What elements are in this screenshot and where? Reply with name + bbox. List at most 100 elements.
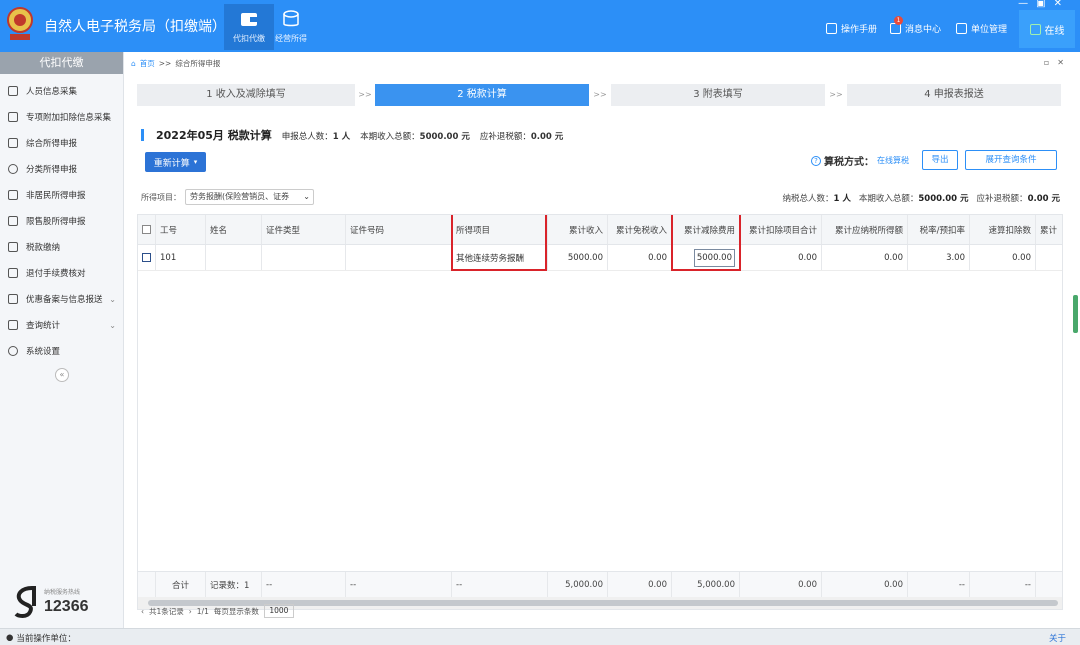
col-header-cum-exempt[interactable]: 累计免税收入 bbox=[608, 215, 672, 244]
col-header-employee-id[interactable]: 工号 bbox=[156, 215, 206, 244]
footer-id-type: -- bbox=[262, 572, 346, 597]
step-submit[interactable]: 4 申报表报送 bbox=[847, 84, 1061, 106]
sidebar-item-personnel[interactable]: 人员信息采集 bbox=[0, 80, 124, 102]
sidebar-item-label: 税款缴纳 bbox=[26, 243, 61, 253]
col-header-cumulative[interactable]: 累计 bbox=[1036, 215, 1062, 244]
building-icon bbox=[956, 23, 967, 34]
footer-income-item: -- bbox=[452, 572, 548, 597]
step-tax-calculation[interactable]: 2 税款计算 bbox=[375, 84, 589, 106]
home-icon[interactable]: ⌂ bbox=[131, 59, 136, 68]
close-button[interactable]: ✕ bbox=[1054, 0, 1070, 9]
footer-cum-taxable: 0.00 bbox=[822, 572, 908, 597]
col-header-income-item[interactable]: 所得项目 bbox=[452, 215, 548, 244]
topnav-withholding-label: 代扣代缴 bbox=[233, 34, 265, 43]
step-income-deduction[interactable]: 1 收入及减除填写 bbox=[137, 84, 355, 106]
search-list-icon bbox=[8, 320, 18, 330]
restore-icon[interactable]: ▫ bbox=[1044, 58, 1057, 67]
stats-income: 本期收入总额：5000.00 元 bbox=[859, 192, 969, 204]
cell-id-number bbox=[346, 245, 452, 270]
chevron-down-icon: ⌄ bbox=[109, 320, 116, 330]
current-org: ● 当前操作单位： bbox=[6, 632, 76, 644]
income-item-filter: 所得项目： 劳务报酬(保险营销员、证券 ⌄ bbox=[141, 189, 314, 205]
col-header-cum-income[interactable]: 累计收入 bbox=[548, 215, 608, 244]
org-management-link[interactable]: 单位管理 bbox=[956, 22, 1007, 35]
cell-cum-deduction[interactable]: 5000.00 bbox=[672, 245, 740, 270]
income-total-label: 本期收入总额： bbox=[360, 132, 420, 142]
calc-mode-value[interactable]: 在线算税 bbox=[877, 155, 909, 166]
folder-icon bbox=[8, 242, 18, 252]
breadcrumb-current: 综合所得申报 bbox=[175, 59, 221, 68]
sidebar-item-restricted-shares[interactable]: 限售股所得申报 bbox=[0, 210, 124, 232]
export-button[interactable]: 导出 bbox=[922, 150, 958, 170]
col-header-cum-deduction-items[interactable]: 累计扣除项目合计 bbox=[740, 215, 822, 244]
income-total: 本期收入总额：5000.00 元 bbox=[360, 130, 470, 142]
message-badge: 1 bbox=[894, 16, 903, 25]
calc-mode: ? 算税方式： 在线算税 bbox=[811, 153, 909, 168]
topnav-business-income[interactable]: 经营所得 bbox=[266, 4, 316, 50]
col-header-quick-deduction[interactable]: 速算扣除数 bbox=[970, 215, 1036, 244]
step-separator: >> bbox=[593, 90, 607, 99]
breadcrumb-home[interactable]: 首页 bbox=[140, 58, 155, 69]
col-header-id-number[interactable]: 证件号码 bbox=[346, 215, 452, 244]
app-title: 自然人电子税务局（扣缴端） bbox=[44, 19, 226, 35]
sidebar-item-refund-fee[interactable]: 退付手续费核对 bbox=[0, 262, 124, 284]
layers-icon bbox=[8, 138, 18, 148]
cell-cumulative bbox=[1036, 245, 1062, 270]
footer-cum-exempt: 0.00 bbox=[608, 572, 672, 597]
pager-prev-icon[interactable]: ‹ bbox=[141, 607, 144, 616]
col-header-cum-deduction[interactable]: 累计减除费用 bbox=[672, 215, 740, 244]
step-schedule-fill[interactable]: 3 附表填写 bbox=[611, 84, 825, 106]
pager-size-input[interactable]: 1000 bbox=[263, 604, 294, 618]
sidebar-item-query[interactable]: 查询统计 ⌄ bbox=[0, 314, 124, 336]
income-item-select[interactable]: 劳务报酬(保险营销员、证券 ⌄ bbox=[185, 189, 314, 205]
row-checkbox[interactable] bbox=[142, 253, 151, 262]
minimize-button[interactable]: — bbox=[1018, 0, 1036, 9]
monitor-icon bbox=[1029, 23, 1041, 35]
sidebar-item-label: 退付手续费核对 bbox=[26, 269, 86, 279]
pager-next-icon[interactable]: › bbox=[189, 607, 192, 616]
help-icon[interactable]: ? bbox=[811, 155, 821, 166]
step-separator: >> bbox=[829, 90, 843, 99]
about-link[interactable]: 关于 bbox=[1049, 632, 1066, 644]
select-all-cell bbox=[138, 215, 156, 244]
footer-tax-rate: -- bbox=[908, 572, 970, 597]
topnav-business-income-label: 经营所得 bbox=[275, 34, 307, 43]
col-header-tax-rate[interactable]: 税率/预扣率 bbox=[908, 215, 970, 244]
window-controls[interactable]: —▣✕ bbox=[1018, 0, 1070, 9]
col-header-cum-taxable[interactable]: 累计应纳税所得额 bbox=[822, 215, 908, 244]
book-icon bbox=[826, 23, 837, 34]
manual-link[interactable]: 操作手册 bbox=[826, 22, 877, 35]
coins-icon bbox=[283, 10, 299, 27]
close-tab-icon[interactable]: ✕ bbox=[1057, 58, 1072, 67]
maximize-button[interactable]: ▣ bbox=[1036, 0, 1053, 9]
recalculate-button[interactable]: 重新计算 ▾ bbox=[145, 152, 206, 172]
table-row[interactable]: 101 其他连续劳务报酬 5000.00 0.00 5000.00 0.00 0… bbox=[138, 245, 1062, 271]
sidebar-item-special-deduction[interactable]: 专项附加扣除信息采集 bbox=[0, 106, 124, 128]
sidebar-item-tax-payment[interactable]: 税款缴纳 bbox=[0, 236, 124, 258]
footer-blank bbox=[138, 572, 156, 597]
select-all-checkbox[interactable] bbox=[142, 225, 151, 234]
expand-query-button[interactable]: 展开查询条件 bbox=[965, 150, 1057, 170]
cum-deduction-input[interactable]: 5000.00 bbox=[693, 248, 735, 267]
sidebar-item-non-resident[interactable]: 非居民所得申报 bbox=[0, 184, 124, 206]
sidebar-item-label: 综合所得申报 bbox=[26, 139, 78, 149]
panel-controls: ▫✕ bbox=[1044, 58, 1072, 67]
pagination: ‹ 共1条记录 › 1/1 每页显示条数 1000 bbox=[141, 604, 294, 618]
vertical-scrollbar[interactable] bbox=[1073, 295, 1078, 333]
person-icon bbox=[8, 86, 18, 96]
sidebar-item-comprehensive[interactable]: 综合所得申报 bbox=[0, 132, 124, 154]
online-status[interactable]: 在线 bbox=[1019, 10, 1075, 48]
main-panel: ⌂ 首页 >> 综合所得申报 ▫✕ 1 收入及减除填写 >> 2 税款计算 >>… bbox=[125, 52, 1080, 628]
sidebar-collapse-button[interactable]: « bbox=[55, 368, 69, 382]
sidebar-item-classified[interactable]: 分类所得申报 bbox=[0, 158, 124, 180]
footer-cumulative bbox=[1036, 572, 1062, 597]
footer-record-count: 记录数：1 bbox=[206, 572, 262, 597]
sidebar-item-settings[interactable]: 系统设置 bbox=[0, 340, 124, 362]
sidebar-item-preferential[interactable]: 优惠备案与信息报送 ⌄ bbox=[0, 288, 124, 310]
col-header-name[interactable]: 姓名 bbox=[206, 215, 262, 244]
hotline-number: 12366 bbox=[44, 598, 89, 615]
list-icon bbox=[8, 112, 18, 122]
col-header-id-type[interactable]: 证件类型 bbox=[262, 215, 346, 244]
person-outline-icon bbox=[8, 190, 18, 200]
hotline-block: 纳税服务热线 12366 bbox=[12, 584, 117, 624]
